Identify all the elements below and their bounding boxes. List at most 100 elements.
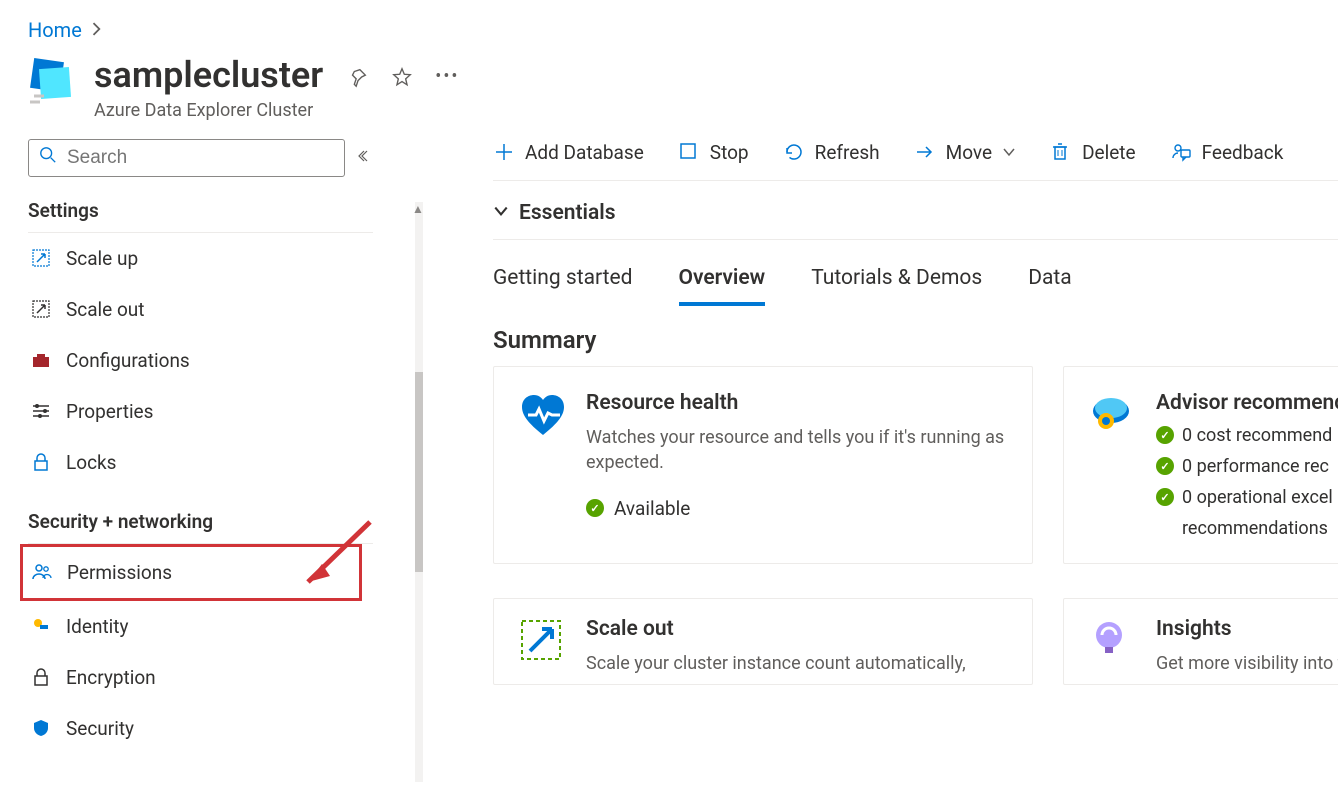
scale-out-card-icon <box>518 617 568 667</box>
encryption-icon <box>30 666 52 688</box>
tab-tutorials[interactable]: Tutorials & Demos <box>811 266 982 306</box>
sidebar-item-label: Encryption <box>66 666 156 689</box>
page-subtitle: Azure Data Explorer Cluster <box>94 100 323 121</box>
shield-icon <box>30 717 52 739</box>
advisor-item: ✓0 cost recommend <box>1156 425 1338 446</box>
tabs: Getting started Overview Tutorials & Dem… <box>493 240 1338 306</box>
page-header: samplecluster Azure Data Explorer Cluste… <box>0 42 1338 139</box>
sidebar-item-permissions[interactable]: Permissions <box>20 544 362 601</box>
sidebar-item-label: Scale out <box>66 298 145 321</box>
advisor-card[interactable]: Advisor recommend ✓0 cost recommend ✓0 p… <box>1063 366 1338 564</box>
sidebar-item-configurations[interactable]: Configurations <box>28 335 373 386</box>
tab-overview[interactable]: Overview <box>679 266 766 306</box>
sidebar-item-scale-up[interactable]: Scale up <box>28 233 373 284</box>
tab-data[interactable]: Data <box>1028 266 1072 306</box>
main-content: Add Database Stop Refresh Move <box>373 139 1338 685</box>
more-icon[interactable]: ••• <box>435 66 457 88</box>
page-title: samplecluster <box>94 56 323 96</box>
toolbar: Add Database Stop Refresh Move <box>493 141 1338 181</box>
configurations-icon <box>30 349 52 371</box>
move-button[interactable]: Move <box>914 141 1016 164</box>
feedback-icon <box>1170 141 1192 163</box>
collapse-sidebar-icon[interactable] <box>357 148 373 168</box>
heart-pulse-icon <box>518 391 568 441</box>
card-desc: Watches your resource and tells you if i… <box>586 425 1008 475</box>
scroll-up-arrow-icon[interactable]: ▲ <box>412 202 424 216</box>
toolbar-label: Delete <box>1082 141 1136 164</box>
breadcrumb: Home <box>0 0 1338 42</box>
card-desc: Get more visibility into t <box>1156 651 1338 676</box>
search-icon <box>39 146 57 169</box>
pin-icon[interactable] <box>347 66 369 88</box>
card-title: Insights <box>1156 617 1338 641</box>
summary-heading: Summary <box>493 306 1338 366</box>
stop-button[interactable]: Stop <box>678 141 749 164</box>
sidebar: Settings Scale up Scale out Configuratio… <box>28 139 373 754</box>
lock-icon <box>30 451 52 473</box>
resource-health-card[interactable]: Resource health Watches your resource an… <box>493 366 1033 564</box>
sidebar-group-settings: Settings <box>28 177 373 233</box>
refresh-icon <box>783 141 805 163</box>
check-icon: ✓ <box>1156 488 1174 506</box>
delete-button[interactable]: Delete <box>1050 141 1136 164</box>
scale-up-icon <box>30 247 52 269</box>
sidebar-item-security[interactable]: Security <box>28 703 373 754</box>
advisor-item: ✓0 performance rec <box>1156 456 1338 477</box>
scale-out-card[interactable]: Scale out Scale your cluster instance co… <box>493 598 1033 685</box>
toolbar-label: Refresh <box>815 141 880 164</box>
sidebar-item-label: Permissions <box>67 561 172 584</box>
permissions-icon <box>31 561 53 583</box>
sidebar-item-encryption[interactable]: Encryption <box>28 652 373 703</box>
sidebar-item-label: Security <box>66 717 134 740</box>
sidebar-item-label: Configurations <box>66 349 190 372</box>
properties-icon <box>30 400 52 422</box>
sidebar-scrollbar[interactable] <box>415 202 423 782</box>
chevron-down-icon <box>493 201 509 225</box>
breadcrumb-home[interactable]: Home <box>28 18 82 42</box>
sidebar-item-locks[interactable]: Locks <box>28 437 373 488</box>
essentials-label: Essentials <box>519 201 616 225</box>
sidebar-item-label: Locks <box>66 451 116 474</box>
toolbar-label: Feedback <box>1202 141 1284 164</box>
stop-icon <box>678 141 700 163</box>
plus-icon <box>493 141 515 163</box>
identity-icon <box>30 615 52 637</box>
star-icon[interactable] <box>391 66 413 88</box>
arrow-right-icon <box>914 141 936 163</box>
search-input[interactable] <box>65 146 334 170</box>
check-icon: ✓ <box>1156 457 1174 475</box>
card-desc: Scale your cluster instance count automa… <box>586 651 966 676</box>
toolbar-label: Move <box>946 141 992 164</box>
trash-icon <box>1050 141 1072 163</box>
card-title: Advisor recommend <box>1156 391 1338 415</box>
tab-getting-started[interactable]: Getting started <box>493 266 633 306</box>
scale-out-icon <box>30 298 52 320</box>
sidebar-item-identity[interactable]: Identity <box>28 601 373 652</box>
sidebar-group-security: Security + networking <box>28 488 373 544</box>
add-database-button[interactable]: Add Database <box>493 141 644 164</box>
status-text: Available <box>614 497 690 520</box>
card-title: Resource health <box>586 391 1008 415</box>
search-input-wrap[interactable] <box>28 139 345 177</box>
sidebar-item-label: Identity <box>66 615 129 638</box>
check-icon: ✓ <box>1156 426 1174 444</box>
toolbar-label: Stop <box>710 141 749 164</box>
chevron-right-icon <box>92 21 102 40</box>
refresh-button[interactable]: Refresh <box>783 141 880 164</box>
sidebar-item-label: Properties <box>66 400 153 423</box>
sidebar-item-properties[interactable]: Properties <box>28 386 373 437</box>
advisor-item: recommendations <box>1156 518 1338 539</box>
lightbulb-icon <box>1088 617 1138 667</box>
sidebar-item-label: Scale up <box>66 247 138 270</box>
card-title: Scale out <box>586 617 966 641</box>
check-icon: ✓ <box>586 499 604 517</box>
essentials-toggle[interactable]: Essentials <box>493 181 1338 240</box>
advisor-icon <box>1088 391 1138 441</box>
feedback-button[interactable]: Feedback <box>1170 141 1284 164</box>
insights-card[interactable]: Insights Get more visibility into t <box>1063 598 1338 685</box>
cluster-icon <box>28 56 78 106</box>
chevron-down-icon <box>1002 141 1016 164</box>
toolbar-label: Add Database <box>525 141 644 164</box>
sidebar-item-scale-out[interactable]: Scale out <box>28 284 373 335</box>
advisor-item: ✓0 operational excel <box>1156 487 1338 508</box>
